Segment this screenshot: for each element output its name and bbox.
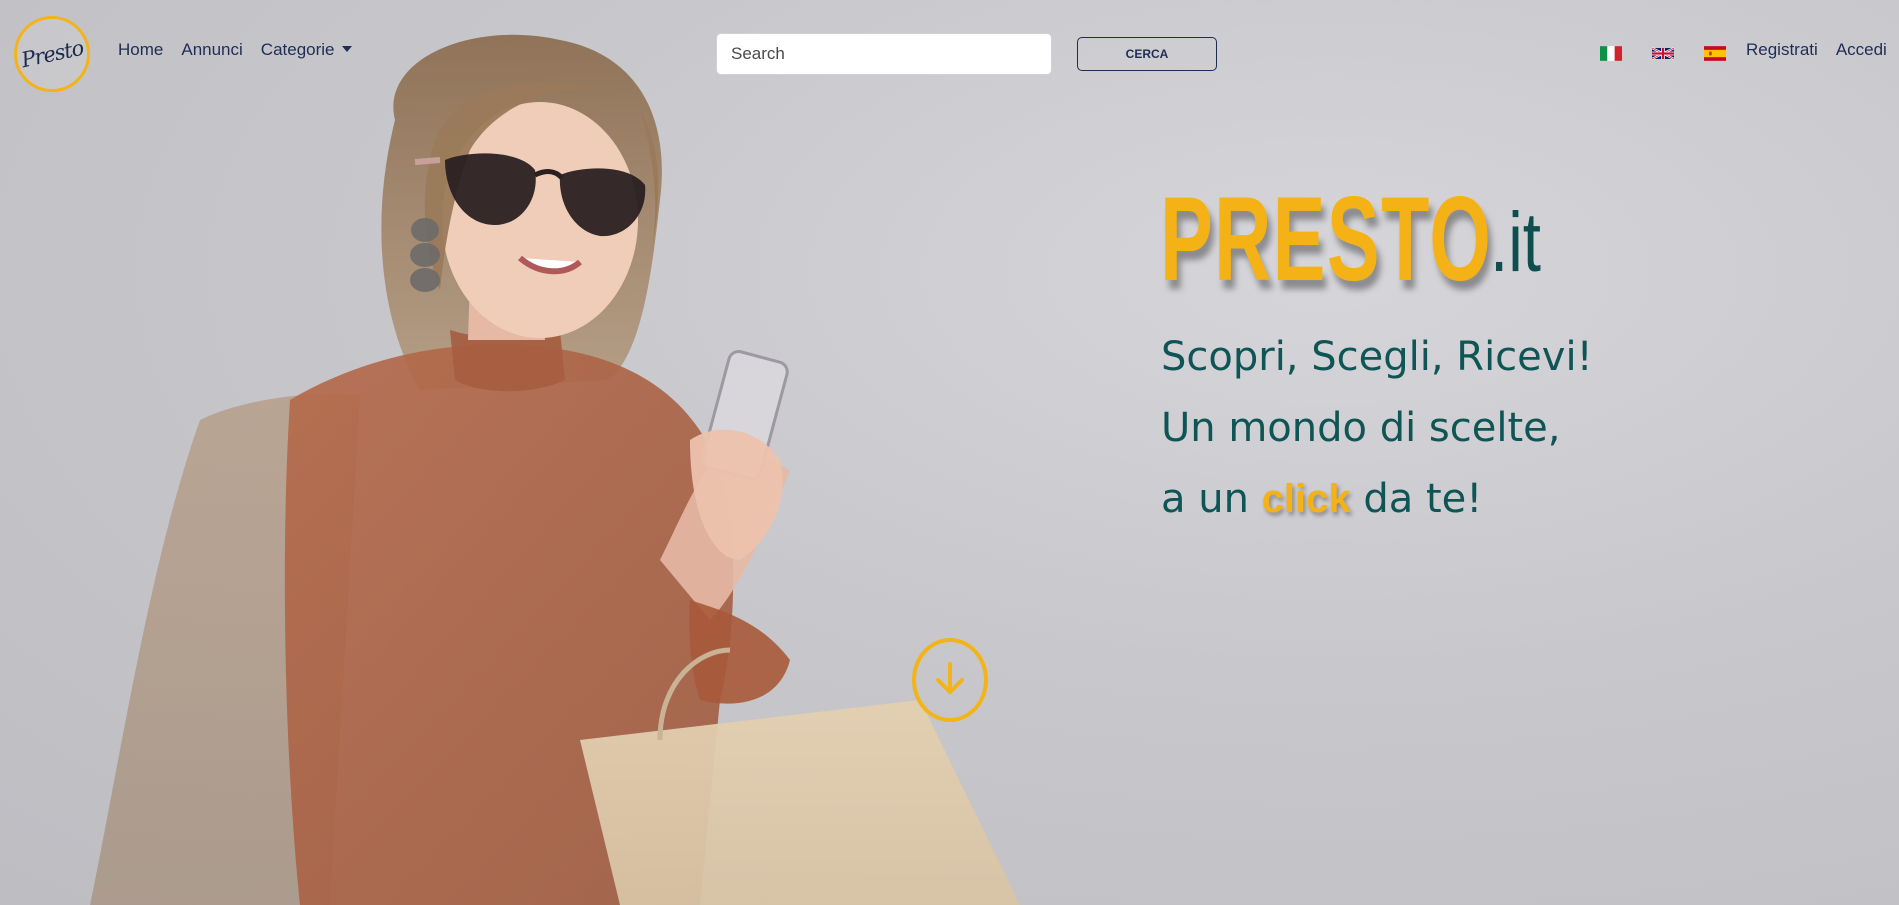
auth-links: Registrati Accedi xyxy=(1746,40,1887,60)
scroll-down-button[interactable] xyxy=(912,638,988,722)
caret-down-icon xyxy=(341,45,352,52)
italy-flag-icon[interactable] xyxy=(1600,46,1622,61)
hero-tagline-line1: Scopri, Scegli, Ricevi! xyxy=(1161,334,1593,380)
tagline-suffix: da te! xyxy=(1363,476,1483,522)
spain-flag-icon[interactable] xyxy=(1704,46,1726,61)
uk-flag-icon[interactable] xyxy=(1652,46,1674,61)
tagline-prefix: a un xyxy=(1161,476,1249,522)
brand-title-suffix: .it xyxy=(1490,195,1541,289)
login-link[interactable]: Accedi xyxy=(1836,40,1887,60)
nav-categorie-label: Categorie xyxy=(260,40,335,59)
search-input[interactable] xyxy=(716,33,1052,75)
search-button[interactable]: CERCA xyxy=(1077,37,1217,71)
nav-annunci-link[interactable]: Annunci xyxy=(181,40,242,60)
language-switcher xyxy=(1600,46,1726,61)
register-link[interactable]: Registrati xyxy=(1746,40,1818,60)
hero-tagline-line3: a un click da te! xyxy=(1161,476,1482,522)
navbar: Presto Home Annunci Categorie CERCA Regi… xyxy=(0,0,1899,108)
hero-woman-image xyxy=(90,34,1020,905)
brand-title: PRESTO .it xyxy=(1160,170,1663,308)
nav-home-link[interactable]: Home xyxy=(118,40,163,60)
hero-tagline-line2: Un mondo di scelte, xyxy=(1161,405,1561,451)
logo-link[interactable]: Presto xyxy=(14,16,90,92)
brand-title-main: PRESTO xyxy=(1160,172,1493,306)
nav-categorie-dropdown[interactable]: Categorie xyxy=(261,40,352,60)
arrow-down-icon xyxy=(936,662,964,694)
nav-links: Home Annunci Categorie xyxy=(118,40,352,60)
tagline-click-highlight: click xyxy=(1261,477,1351,521)
logo-text: Presto xyxy=(18,35,86,73)
